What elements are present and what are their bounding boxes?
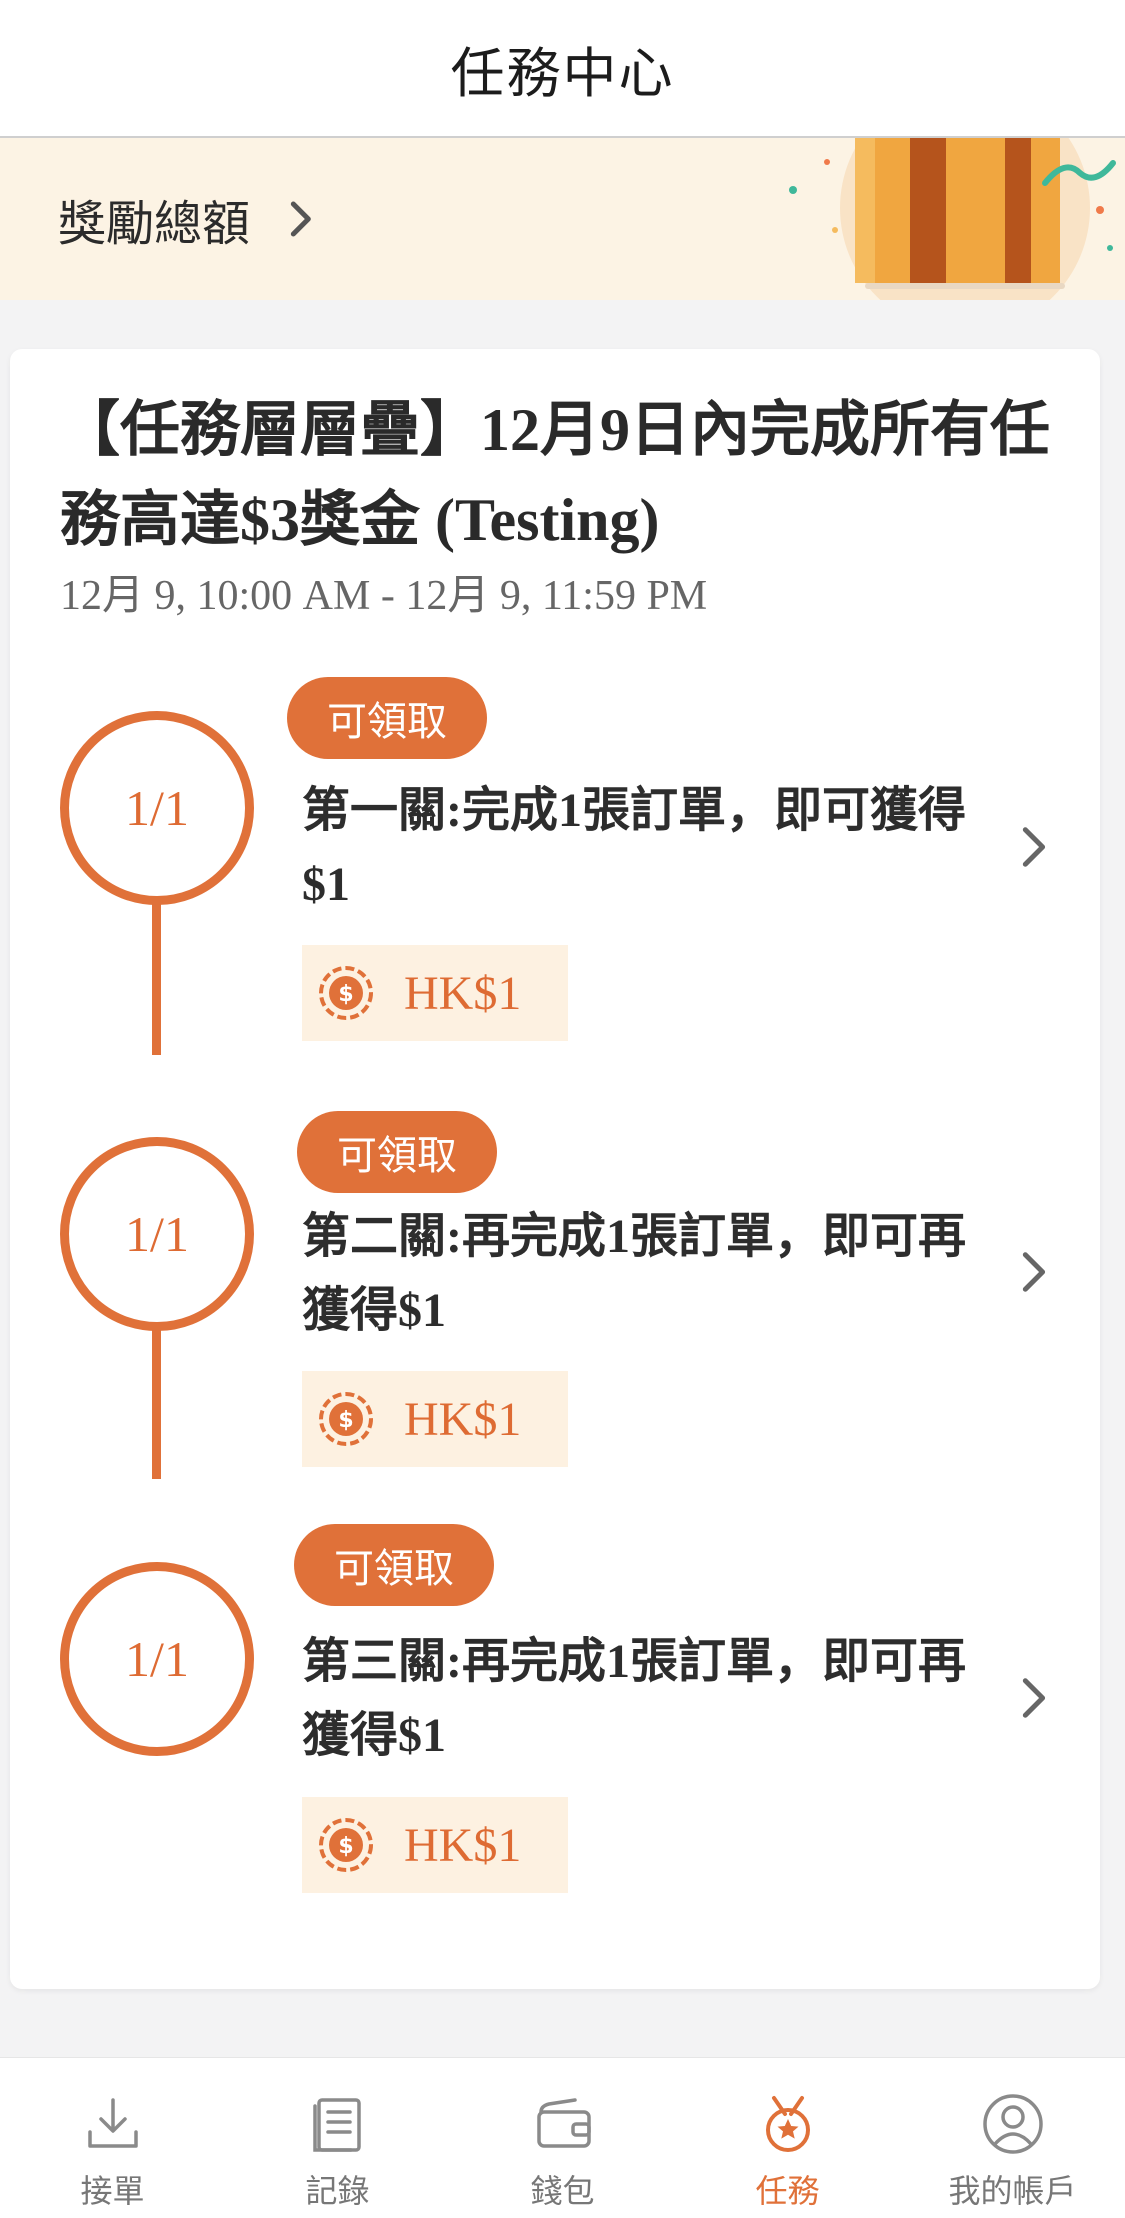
claim-badge[interactable]: 可領取: [287, 677, 487, 759]
level-progress-circle: 1/1: [60, 1137, 254, 1331]
reward-total-label: 獎勵總額: [58, 198, 251, 251]
medal-icon: [765, 2096, 810, 2152]
timeline-connector: [152, 887, 161, 1055]
level-progress-circle: 1/1: [60, 711, 254, 905]
wallet-icon: [536, 2098, 591, 2148]
level-description: 第二關:再完成1張訂單，即可再獲得$1: [302, 1210, 966, 1337]
tab-accept-orders[interactable]: 接單: [0, 2058, 225, 2218]
tab-label: 接單: [80, 2173, 145, 2209]
tab-label: 記錄: [305, 2173, 370, 2209]
level-progress-text: 1/1: [125, 1206, 189, 1262]
reward-total-link[interactable]: 獎勵總額: [58, 176, 320, 262]
download-icon: [87, 2098, 138, 2148]
chevron-right-icon[interactable]: [1010, 824, 1056, 870]
svg-text:$: $: [338, 982, 353, 1007]
level-description: 第三關:再完成1張訂單，即可再獲得$1: [302, 1635, 966, 1762]
reward-amount: HK$1: [404, 966, 522, 1020]
level-progress-circle: 1/1: [60, 1562, 254, 1756]
task-date-range: 12月 9, 10:00 AM - 12月 9, 11:59 PM: [60, 573, 708, 619]
coin-icon: $: [319, 966, 373, 1020]
page-title: 任務中心: [450, 43, 675, 104]
svg-text:$: $: [338, 1408, 353, 1433]
bottom-tab-bar: 接單 記錄 錢包 任務 我的帳戶: [0, 2057, 1125, 2218]
coin-icon: $: [319, 1392, 373, 1446]
top-bar: 任務中心: [0, 0, 1125, 138]
tab-label: 任務: [755, 2173, 820, 2209]
tab-records[interactable]: 記錄: [225, 2058, 450, 2218]
tab-label: 我的帳戶: [948, 2173, 1077, 2209]
document-icon: [312, 2098, 361, 2152]
level-progress-text: 1/1: [125, 780, 189, 836]
reward-total-banner: 獎勵總額: [0, 138, 1125, 300]
coin-icon: $: [319, 1818, 373, 1872]
reward-chip: $ HK$1: [302, 1797, 568, 1893]
level-description: 第一關:完成1張訂單，即可獲得$1: [302, 784, 966, 911]
level-progress-text: 1/1: [125, 1631, 189, 1687]
tab-my-account[interactable]: 我的帳戶: [900, 2058, 1125, 2218]
tab-tasks[interactable]: 任務: [675, 2058, 900, 2218]
tab-wallet[interactable]: 錢包: [450, 2058, 675, 2218]
timeline-connector: [152, 1313, 161, 1479]
chevron-right-icon: [290, 201, 311, 237]
user-icon: [982, 2094, 1043, 2154]
reward-chip: $ HK$1: [302, 1371, 568, 1467]
claim-badge[interactable]: 可領取: [297, 1111, 497, 1193]
claim-badge[interactable]: 可領取: [294, 1524, 494, 1606]
gift-box-illustration: [789, 138, 1116, 300]
reward-amount: HK$1: [404, 1392, 522, 1446]
chevron-right-icon[interactable]: [1010, 1249, 1056, 1295]
task-card: 【任務層層疊】12月9日內完成所有任務高達$3獎金 (Testing) 12月 …: [10, 349, 1100, 1989]
chevron-right-icon[interactable]: [1010, 1675, 1056, 1721]
reward-chip: $ HK$1: [302, 945, 568, 1041]
task-title: 【任務層層疊】12月9日內完成所有任務高達$3獎金 (Testing): [60, 397, 1050, 553]
tab-label: 錢包: [530, 2173, 595, 2209]
reward-amount: HK$1: [404, 1818, 522, 1872]
svg-text:$: $: [338, 1834, 353, 1859]
